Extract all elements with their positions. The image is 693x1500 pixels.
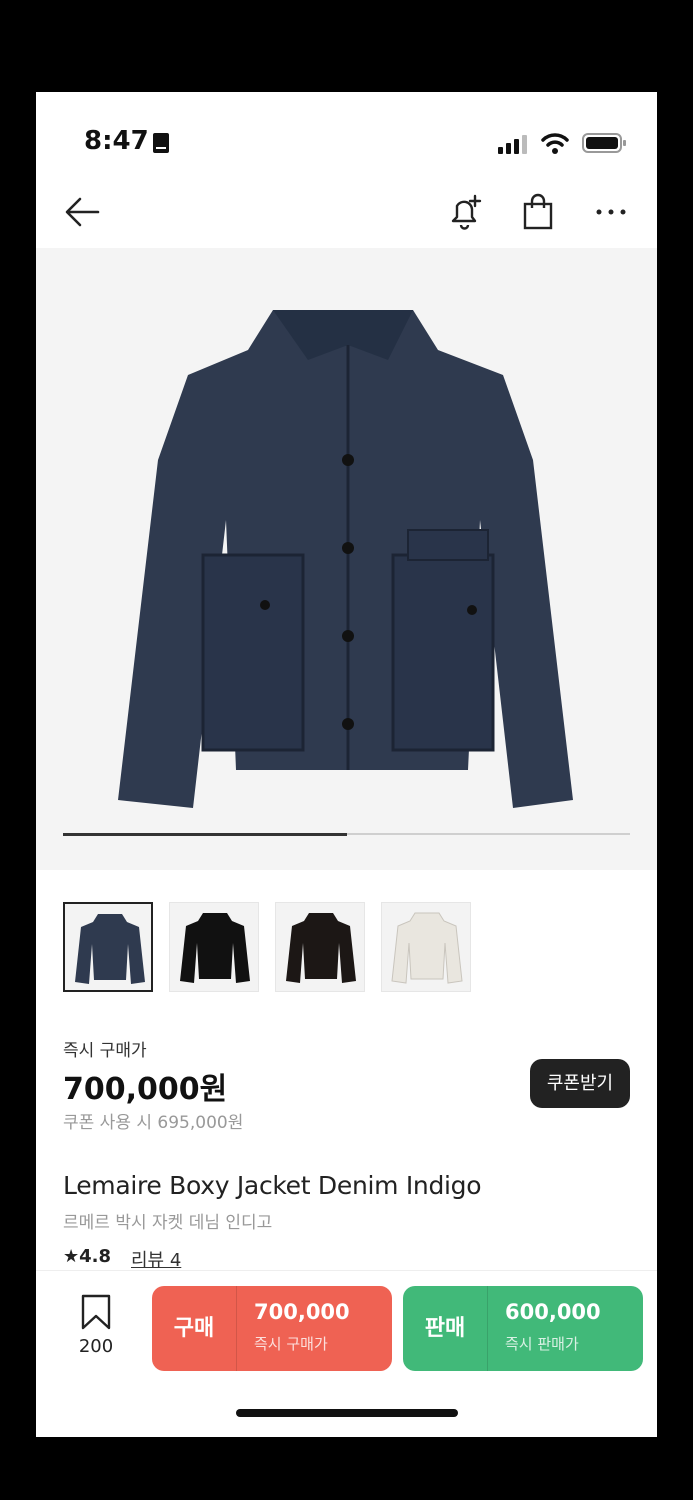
bell-plus-icon[interactable] [444,192,484,232]
reader-icon [153,133,169,153]
buy-label: 구매 [173,1316,215,1341]
buy-sub-label: 즉시 구매가 [254,1335,328,1353]
product-rating: ★4.8 [63,1246,111,1267]
bookmark-icon [81,1294,111,1330]
get-coupon-button[interactable]: 쿠폰받기 [530,1059,630,1108]
thumbnail-4[interactable] [381,902,471,992]
top-nav-bar [36,182,657,248]
buy-divider [236,1286,237,1371]
product-image [118,310,573,808]
back-arrow-icon[interactable] [62,192,102,232]
bottom-action-bar: 200 구매 700,000 즉시 구매가 판매 600,000 즉시 판매가 [36,1270,657,1437]
shopping-bag-icon[interactable] [518,192,558,232]
rating-value: 4.8 [79,1246,112,1267]
cellular-signal-icon [498,135,527,154]
star-icon: ★ [63,1246,80,1267]
wifi-icon [541,133,569,154]
product-title: Lemaire Boxy Jacket Denim Indigo [63,1171,482,1200]
status-time: 8:47 [84,126,149,156]
buy-button[interactable]: 구매 700,000 즉시 구매가 [152,1286,392,1371]
battery-icon [582,133,626,153]
thumbnail-3[interactable] [275,902,365,992]
review-link[interactable]: 리뷰 4 [131,1246,181,1272]
product-subtitle: 르메르 박시 자켓 데님 인디고 [63,1213,273,1233]
sell-sub-label: 즉시 판매가 [505,1335,579,1353]
sell-label: 판매 [424,1316,466,1341]
product-image-carousel[interactable] [36,248,657,870]
sell-amount: 600,000 [505,1300,601,1324]
wishlist-button[interactable]: 200 [69,1294,123,1357]
coupon-price: 쿠폰 사용 시 695,000원 [63,1113,244,1133]
sell-button[interactable]: 판매 600,000 즉시 판매가 [403,1286,643,1371]
home-indicator [236,1409,458,1417]
instant-buy-price: 700,000원 [63,1072,228,1107]
app-screen: 8:47 즉시 구매가 700,000원 쿠폰 사용 시 695,000원 쿠폰… [36,92,657,1437]
thumbnail-2[interactable] [169,902,259,992]
status-bar: 8:47 [36,92,657,182]
thumbnail-1[interactable] [63,902,153,992]
instant-buy-price-label: 즉시 구매가 [63,1041,147,1061]
wishlist-count: 200 [78,1336,114,1357]
carousel-progress-track [63,833,630,836]
more-icon[interactable] [591,192,631,232]
carousel-progress-fill [63,833,347,836]
buy-amount: 700,000 [254,1300,350,1324]
sell-divider [487,1286,488,1371]
